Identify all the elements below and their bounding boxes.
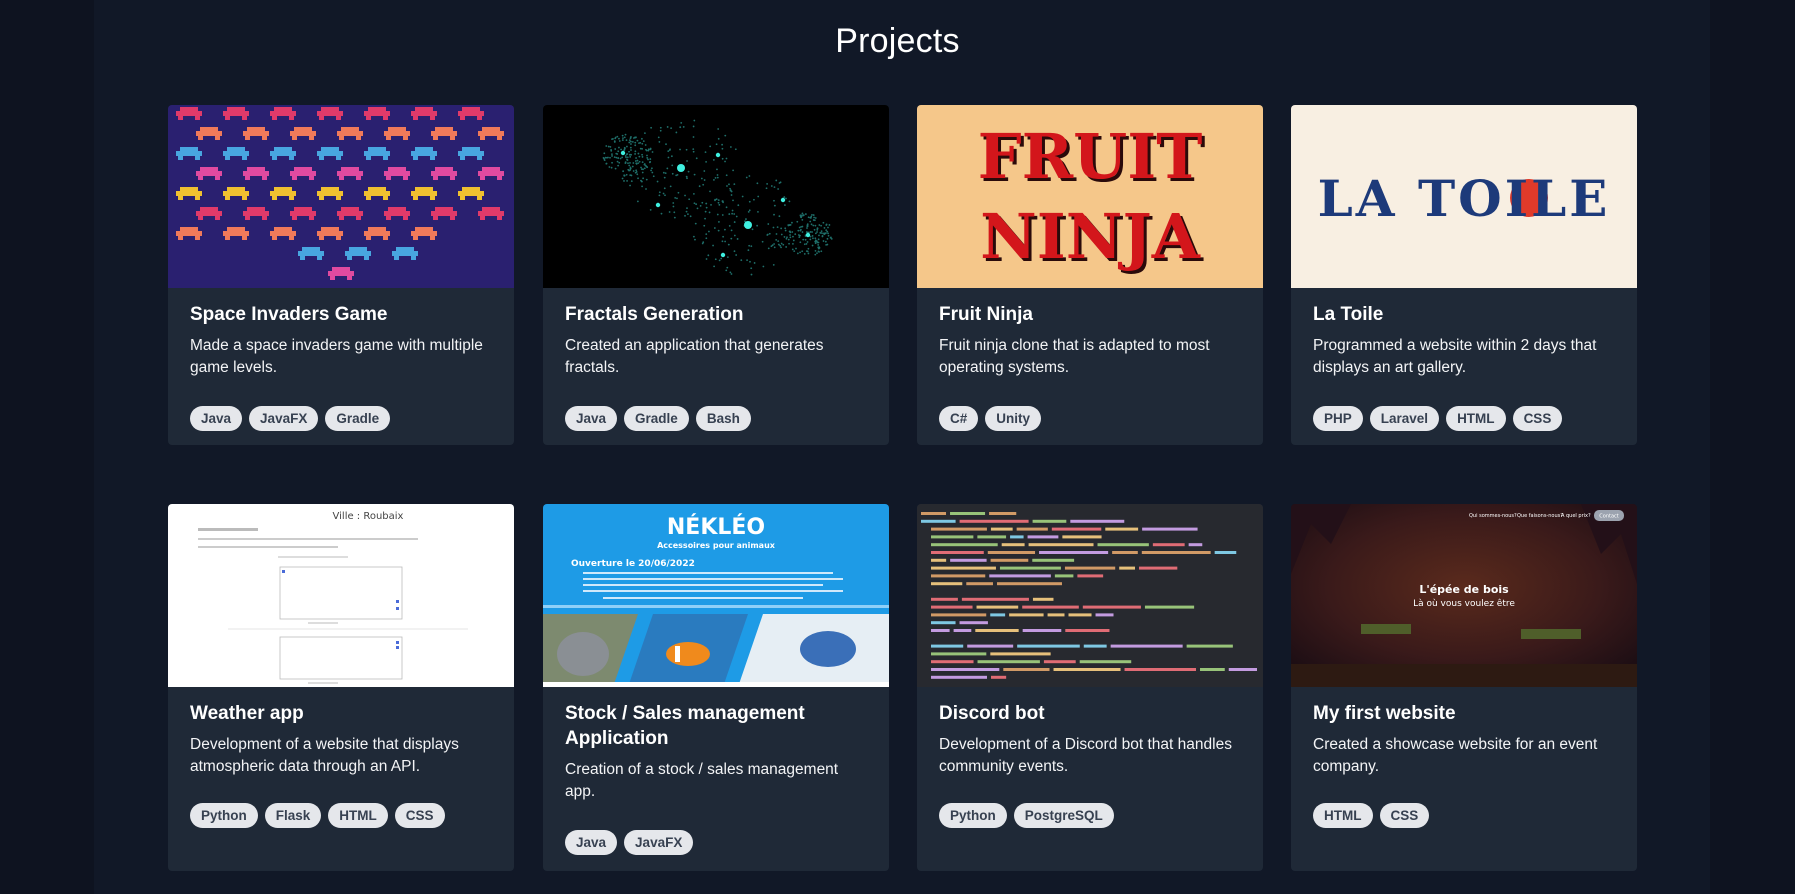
tag: Java — [565, 406, 618, 431]
project-card-weather-app[interactable]: Ville : Roubaix Weather app Development … — [168, 504, 514, 871]
la-toile-logo-image: LA TOILE — [1291, 105, 1637, 288]
tag: Java — [190, 406, 243, 431]
project-description: Programmed a website within 2 days that … — [1313, 337, 1597, 376]
weather-app-screenshot: Ville : Roubaix — [168, 504, 514, 687]
project-card-discord-bot[interactable]: Discord bot Development of a Discord bot… — [917, 504, 1263, 871]
project-title: La Toile — [1313, 304, 1384, 325]
svg-text:Contact: Contact — [1599, 514, 1618, 520]
project-card-space-invaders[interactable]: Space Invaders Game Made a space invader… — [168, 105, 514, 445]
svg-text:NINJA: NINJA — [980, 200, 1201, 273]
project-description: Created a showcase website for an event … — [1313, 736, 1598, 775]
project-title: Stock / Sales management Application — [565, 703, 805, 749]
tag-list: PHP Laravel HTML CSS — [1313, 406, 1563, 431]
tag: Bash — [695, 406, 751, 431]
svg-text:L'épée de bois: L'épée de bois — [1419, 583, 1509, 596]
project-card-fractals[interactable]: Fractals Generation Created an applicati… — [543, 105, 889, 445]
tag: Python — [939, 803, 1007, 828]
tag: Java — [565, 830, 618, 855]
project-description: Made a space invaders game with multiple… — [190, 337, 483, 376]
tag: Gradle — [624, 406, 689, 431]
project-card-la-toile[interactable]: LA TOILE La Toile Programmed a website w… — [1291, 105, 1637, 445]
svg-text:Ville : Roubaix: Ville : Roubaix — [333, 511, 404, 522]
project-description: Created an application that generates fr… — [565, 337, 824, 376]
tag-list: Java JavaFX — [565, 830, 694, 855]
svg-text:A quel prix?: A quel prix? — [1561, 513, 1591, 519]
project-title: Space Invaders Game — [190, 304, 388, 325]
tag: Unity — [985, 406, 1042, 431]
fractal-image — [543, 105, 889, 288]
project-card-stock-sales[interactable]: NÉKLÉO Accessoires pour animaux Ouvertur… — [543, 504, 889, 871]
tag-list: Java Gradle Bash — [565, 406, 751, 431]
tag-list: HTML CSS — [1313, 803, 1430, 828]
fruit-ninja-logo-image: FRUIT FRUIT NINJA NINJA — [917, 105, 1263, 288]
tag: HTML — [1446, 406, 1506, 431]
tag: CSS — [1379, 803, 1430, 828]
project-card-first-website[interactable]: L'épée de bois Là où vous voulez être Qu… — [1291, 504, 1637, 871]
project-description: Fruit ninja clone that is adapted to mos… — [939, 337, 1210, 376]
tag: C# — [939, 406, 979, 431]
page-title: Projects — [835, 22, 960, 60]
tag: Laravel — [1369, 406, 1440, 431]
svg-text:Qui sommes-nous?: Qui sommes-nous? — [1469, 513, 1517, 519]
project-description: Development of a Discord bot that handle… — [939, 736, 1232, 775]
space-invaders-image — [168, 105, 514, 288]
svg-text:NÉKLÉO: NÉKLÉO — [667, 514, 765, 540]
code-screenshot-image — [917, 504, 1263, 687]
tag: PHP — [1313, 406, 1363, 431]
project-title: Fractals Generation — [565, 304, 744, 325]
svg-text:Ouverture le 20/06/2022: Ouverture le 20/06/2022 — [571, 559, 695, 569]
tag: JavaFX — [249, 406, 319, 431]
epee-de-bois-screenshot: L'épée de bois Là où vous voulez être Qu… — [1291, 504, 1637, 687]
svg-text:Là où vous voulez être: Là où vous voulez être — [1413, 598, 1515, 609]
project-title: Discord bot — [939, 703, 1045, 724]
project-description: Development of a website that displays a… — [190, 736, 459, 775]
tag: HTML — [328, 803, 388, 828]
tag-list: Java JavaFX Gradle — [190, 406, 391, 431]
svg-text:Accessoires pour animaux: Accessoires pour animaux — [657, 541, 776, 550]
project-title: Weather app — [190, 703, 304, 724]
tag: PostgreSQL — [1013, 803, 1114, 828]
tag: CSS — [1512, 406, 1563, 431]
tag: Flask — [264, 803, 322, 828]
project-title: My first website — [1313, 703, 1456, 724]
tag: CSS — [394, 803, 445, 828]
tag-list: Python Flask HTML CSS — [190, 803, 445, 828]
tag-list: Python PostgreSQL — [939, 803, 1114, 828]
tag: Gradle — [325, 406, 391, 431]
nekleo-poster-image: NÉKLÉO Accessoires pour animaux Ouvertur… — [543, 504, 889, 687]
svg-text:FRUIT: FRUIT — [978, 120, 1203, 193]
project-description: Creation of a stock / sales management a… — [565, 761, 839, 800]
tag: Python — [190, 803, 258, 828]
tag: JavaFX — [624, 830, 694, 855]
project-title: Fruit Ninja — [939, 304, 1033, 325]
tag-list: C# Unity — [939, 406, 1042, 431]
project-card-fruit-ninja[interactable]: FRUIT FRUIT NINJA NINJA Fruit Ninja Frui… — [917, 105, 1263, 445]
svg-text:Que faisons-nous?: Que faisons-nous? — [1517, 513, 1563, 519]
tag: HTML — [1313, 803, 1373, 828]
svg-text:LA TOILE: LA TOILE — [1318, 169, 1611, 228]
